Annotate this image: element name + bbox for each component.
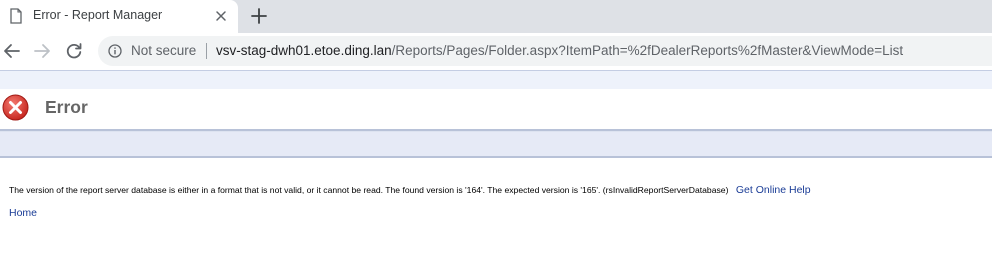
- url-host: vsv-stag-dwh01.etoe.ding.lan: [216, 43, 392, 58]
- reload-icon[interactable]: [65, 42, 83, 60]
- tab-strip: Error - Report Manager: [0, 0, 992, 33]
- back-arrow-icon[interactable]: [3, 42, 21, 60]
- address-divider: [206, 43, 207, 59]
- page-icon: [10, 8, 22, 24]
- error-message: The version of the report server databas…: [9, 185, 729, 195]
- tab-title: Error - Report Manager: [33, 8, 163, 22]
- title-bar: Error: [0, 89, 992, 129]
- url-path: /Reports/Pages/Folder.aspx?ItemPath=%2fD…: [391, 43, 904, 58]
- page-title: Error: [45, 97, 88, 117]
- plus-icon[interactable]: [250, 7, 268, 25]
- close-icon[interactable]: [214, 9, 228, 23]
- error-x-icon: [2, 94, 29, 121]
- security-status[interactable]: Not secure: [131, 43, 196, 58]
- address-bar[interactable]: Not secure vsv-stag-dwh01.etoe.ding.lan/…: [98, 36, 992, 66]
- error-row: The version of the report server databas…: [9, 180, 811, 198]
- get-online-help-link[interactable]: Get Online Help: [736, 184, 811, 196]
- browser-tab[interactable]: Error - Report Manager: [0, 0, 238, 33]
- info-icon[interactable]: [108, 44, 122, 58]
- header-band: [0, 70, 992, 89]
- toolbar-band: [0, 132, 992, 157]
- url-text[interactable]: vsv-stag-dwh01.etoe.ding.lan/Reports/Pag…: [216, 43, 903, 58]
- home-link[interactable]: Home: [9, 207, 37, 219]
- forward-arrow-icon[interactable]: [33, 42, 51, 60]
- browser-toolbar: Not secure vsv-stag-dwh01.etoe.ding.lan/…: [0, 33, 992, 70]
- band-divider: [0, 156, 992, 158]
